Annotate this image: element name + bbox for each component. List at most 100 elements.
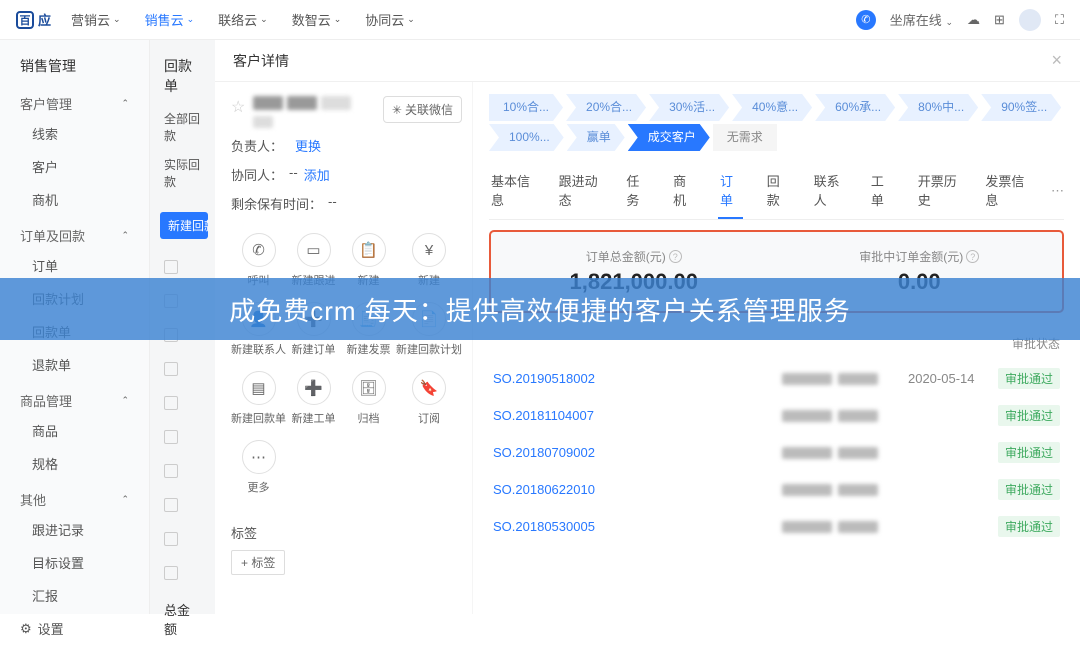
sidebar-group-other[interactable]: 其他⌃ xyxy=(0,480,149,513)
list-item[interactable] xyxy=(150,386,215,420)
action-archive[interactable]: 🗄归档 xyxy=(341,371,396,426)
tab-7[interactable]: 工单 xyxy=(869,163,894,219)
order-mid xyxy=(673,447,908,459)
sidebar-item-opportunity[interactable]: 商机 xyxy=(0,183,149,216)
logo-icon: 百 xyxy=(16,11,34,29)
status-badge: 审批通过 xyxy=(998,442,1060,463)
nav-data[interactable]: 数智云⌄ xyxy=(292,10,342,29)
checkbox[interactable] xyxy=(164,566,178,580)
action-bookmark[interactable]: 🔖订阅 xyxy=(396,371,462,426)
tab-4[interactable]: 订单 xyxy=(718,163,743,219)
sidebar-group-customer[interactable]: 客户管理⌃ xyxy=(0,84,149,117)
nav-sales[interactable]: 销售云⌄ xyxy=(145,10,195,29)
mid-filter-all[interactable]: 全部回款 xyxy=(150,102,215,148)
sidebar-item-customer[interactable]: 客户 xyxy=(0,150,149,183)
checkbox[interactable] xyxy=(164,498,178,512)
sidebar-group-order[interactable]: 订单及回款⌃ xyxy=(0,216,149,249)
checkbox[interactable] xyxy=(164,362,178,376)
table-row[interactable]: SO.20190518002 2020-05-14 审批通过 xyxy=(489,360,1064,397)
tab-more[interactable]: ⋯ xyxy=(1051,183,1064,199)
stage-10[interactable]: 无需求 xyxy=(713,124,777,151)
nav-contact[interactable]: 联络云⌄ xyxy=(218,10,268,29)
checkbox[interactable] xyxy=(164,430,178,444)
tab-5[interactable]: 回款 xyxy=(765,163,790,219)
fullscreen-icon[interactable]: ⛶ xyxy=(1055,12,1064,28)
stage-6[interactable]: 90%签... xyxy=(981,94,1061,121)
table-row[interactable]: SO.20180622010 审批通过 xyxy=(489,471,1064,508)
new-payment-button[interactable]: 新建回款 xyxy=(160,212,208,239)
action-label: 新建回款计划 xyxy=(396,341,462,357)
stage-1[interactable]: 20%合... xyxy=(566,94,646,121)
tab-3[interactable]: 商机 xyxy=(671,163,696,219)
star-icon[interactable]: ☆ xyxy=(231,97,245,117)
stage-8[interactable]: 赢单 xyxy=(567,124,625,151)
sidebar-item-refund[interactable]: 退款单 xyxy=(0,348,149,381)
avatar[interactable] xyxy=(1019,9,1041,31)
sidebar-item-spec[interactable]: 规格 xyxy=(0,447,149,480)
mid-filter-actual[interactable]: 实际回款 xyxy=(150,148,215,194)
close-icon[interactable]: × xyxy=(1051,50,1062,71)
stage-3[interactable]: 40%意... xyxy=(732,94,812,121)
stage-7[interactable]: 100%... xyxy=(489,124,564,151)
list-item[interactable] xyxy=(150,454,215,488)
cloud-icon[interactable]: ☁ xyxy=(967,12,980,28)
stage-2[interactable]: 30%活... xyxy=(649,94,729,121)
action-label: 新建联系人 xyxy=(231,341,286,357)
phone-icon[interactable]: ✆ xyxy=(856,10,876,30)
checkbox[interactable] xyxy=(164,260,178,274)
sidebar-item-followup[interactable]: 跟进记录 xyxy=(0,513,149,546)
stage-5[interactable]: 80%中... xyxy=(898,94,978,121)
action-ticket[interactable]: ➕新建工单 xyxy=(286,371,341,426)
tab-1[interactable]: 跟进动态 xyxy=(557,163,603,219)
action-dots[interactable]: ⋯更多 xyxy=(231,440,286,495)
list-item[interactable] xyxy=(150,522,215,556)
list-item[interactable] xyxy=(150,420,215,454)
sidebar-item-leads[interactable]: 线索 xyxy=(0,117,149,150)
add-collab-link[interactable]: 添加 xyxy=(304,165,330,184)
action-receipt[interactable]: ▤新建回款单 xyxy=(231,371,286,426)
nav-collab[interactable]: 协同云⌄ xyxy=(365,10,415,29)
table-row[interactable]: SO.20180530005 审批通过 xyxy=(489,508,1064,545)
list-item[interactable] xyxy=(150,488,215,522)
logo[interactable]: 百 应 xyxy=(16,10,51,29)
sidebar-item-settings[interactable]: ⚙设置 xyxy=(0,612,149,645)
info-icon[interactable]: ? xyxy=(966,250,979,263)
agent-status[interactable]: 坐席在线 ⌄ xyxy=(890,10,953,29)
tab-6[interactable]: 联系人 xyxy=(812,163,847,219)
order-mid xyxy=(673,373,908,385)
stage-9[interactable]: 成交客户 xyxy=(628,124,710,151)
tab-9[interactable]: 发票信息 xyxy=(983,163,1029,219)
chevron-down-icon: ⌄ xyxy=(260,14,268,25)
tab-8[interactable]: 开票历史 xyxy=(916,163,962,219)
tab-2[interactable]: 任务 xyxy=(624,163,649,219)
info-icon[interactable]: ? xyxy=(669,250,682,263)
table-row[interactable]: SO.20181104007 审批通过 xyxy=(489,397,1064,434)
checkbox[interactable] xyxy=(164,396,178,410)
chevron-down-icon: ⌄ xyxy=(113,14,121,25)
checkbox[interactable] xyxy=(164,464,178,478)
sidebar-group-product[interactable]: 商品管理⌃ xyxy=(0,381,149,414)
apps-icon[interactable]: ⊞ xyxy=(994,12,1005,28)
order-id-link[interactable]: SO.20181104007 xyxy=(493,408,673,423)
change-owner-link[interactable]: 更换 xyxy=(295,136,321,155)
sidebar-item-report[interactable]: 汇报 xyxy=(0,579,149,612)
tab-0[interactable]: 基本信息 xyxy=(489,163,535,219)
order-id-link[interactable]: SO.20180622010 xyxy=(493,482,673,497)
list-item[interactable] xyxy=(150,556,215,590)
nav-marketing[interactable]: 营销云⌄ xyxy=(71,10,121,29)
add-tag-button[interactable]: + 标签 xyxy=(231,550,285,575)
stage-0[interactable]: 10%合... xyxy=(489,94,563,121)
stage-4[interactable]: 60%承... xyxy=(815,94,895,121)
checkbox[interactable] xyxy=(164,532,178,546)
sidebar-item-product[interactable]: 商品 xyxy=(0,414,149,447)
table-row[interactable]: SO.20180709002 审批通过 xyxy=(489,434,1064,471)
sidebar-item-target[interactable]: 目标设置 xyxy=(0,546,149,579)
order-id-link[interactable]: SO.20180709002 xyxy=(493,445,673,460)
archive-icon: 🗄 xyxy=(352,371,386,405)
phone-icon: ✆ xyxy=(242,233,276,267)
list-item[interactable] xyxy=(150,352,215,386)
link-wechat-button[interactable]: ✳关联微信 xyxy=(383,96,462,123)
mid-total: 总金额 xyxy=(150,590,215,648)
order-id-link[interactable]: SO.20190518002 xyxy=(493,371,673,386)
order-id-link[interactable]: SO.20180530005 xyxy=(493,519,673,534)
